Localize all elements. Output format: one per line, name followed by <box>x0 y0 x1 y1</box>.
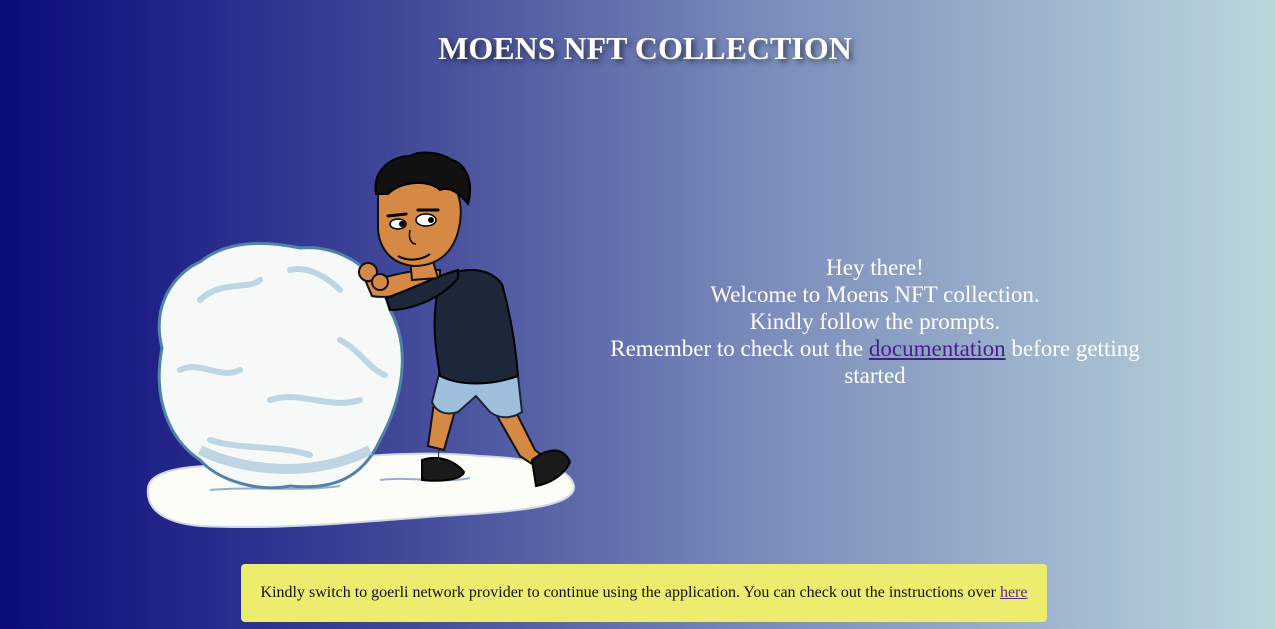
page-title: MOENS NFT COLLECTION <box>438 30 852 66</box>
welcome-line-prefix: Remember to check out the <box>610 336 864 361</box>
documentation-link[interactable]: documentation <box>869 336 1006 361</box>
welcome-line: Welcome to Moens NFT collection. <box>710 282 1040 307</box>
welcome-greeting: Hey there! <box>826 255 924 280</box>
instructions-link[interactable]: here <box>1000 584 1028 602</box>
network-notice-text: Kindly switch to goerli network provider… <box>260 584 996 601</box>
welcome-message: Hey there! Welcome to Moens NFT collecti… <box>590 254 1160 389</box>
welcome-line: Kindly follow the prompts. <box>749 309 1001 334</box>
network-notice-banner: Kindly switch to goerli network provider… <box>241 564 1047 622</box>
welcome-documentation-line: Remember to check out the documentation … <box>590 335 1160 389</box>
snowball-avatar-illustration <box>146 151 576 529</box>
